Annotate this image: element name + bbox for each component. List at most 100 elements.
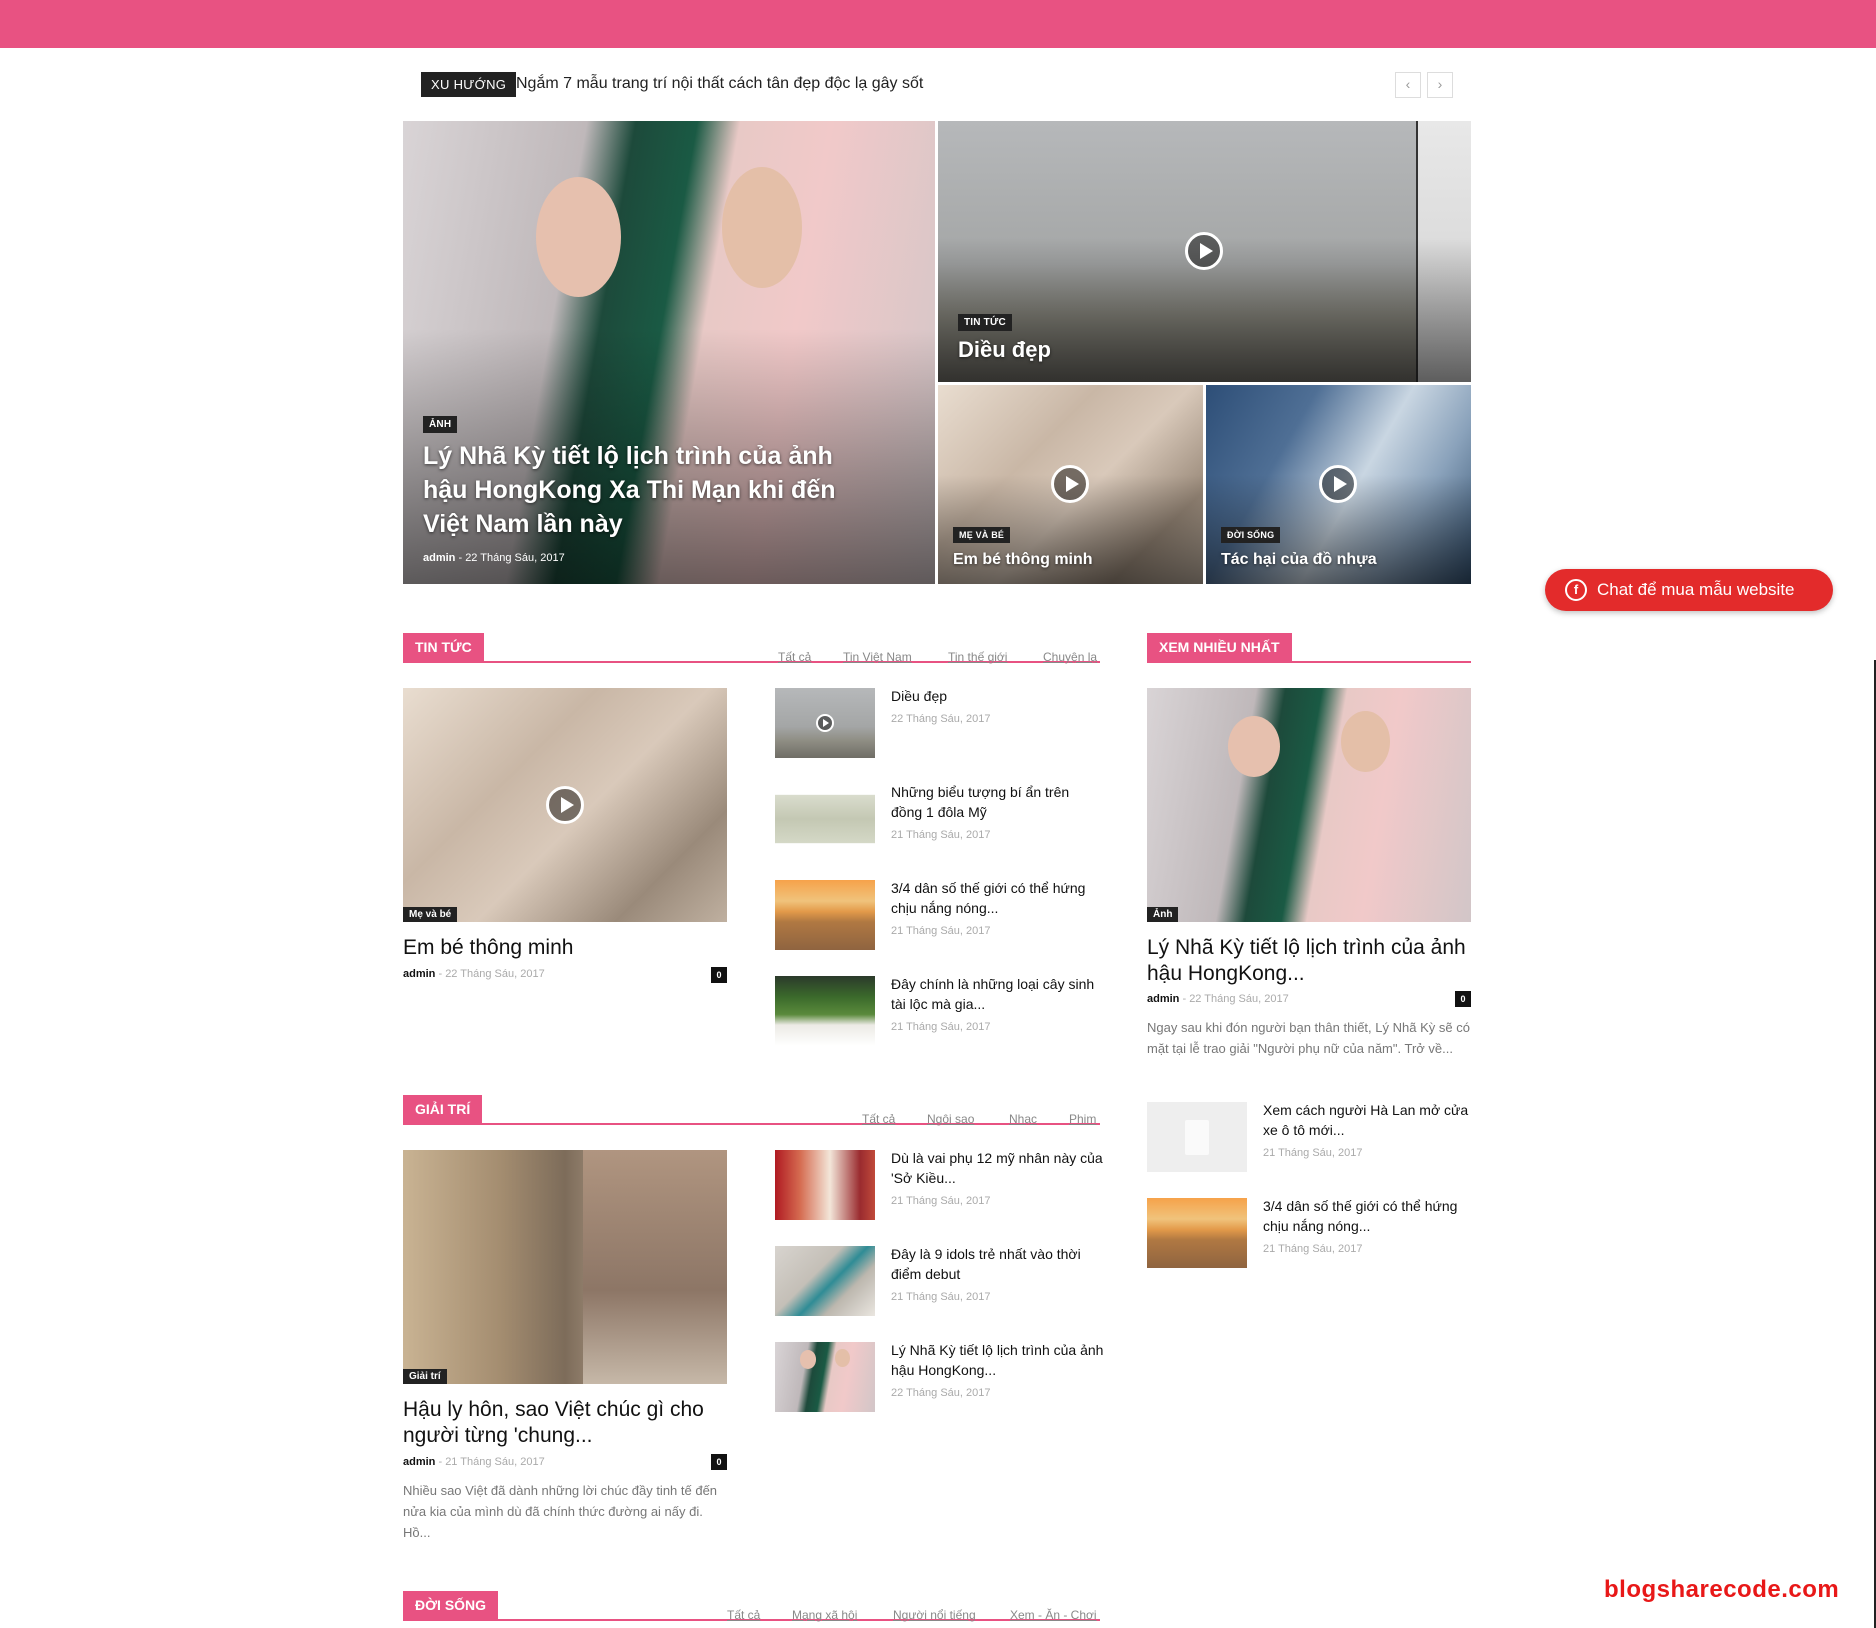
hero-bottom-left-card[interactable]: MẸ VÀ BÉ Em bé thông minh [938, 385, 1203, 584]
chat-buy-website-button[interactable]: f Chat để mua mẫu website [1545, 569, 1833, 611]
hero-main-category[interactable]: ẢNH [423, 416, 458, 433]
hero-main-author[interactable]: admin [423, 552, 455, 564]
list-item-title[interactable]: Đây là 9 idols trẻ nhất vào thời điểm de… [891, 1244, 1105, 1284]
play-icon[interactable] [1319, 465, 1357, 503]
comment-count[interactable]: 0 [711, 967, 727, 983]
xem-nhieu-featured-image[interactable]: Ảnh [1147, 688, 1471, 922]
hero-bottom-right-card[interactable]: ĐỜI SỐNG Tác hại của đồ nhựa [1206, 385, 1471, 584]
hero-main-date: 22 Tháng Sáu, 2017 [465, 552, 565, 564]
giai-tri-header: GIẢI TRÍ Tất cả Ngôi sao Nhạc Phim [403, 1095, 1100, 1126]
messenger-icon: f [1565, 579, 1587, 601]
list-item-thumb[interactable] [1147, 1198, 1247, 1268]
play-icon[interactable] [1051, 465, 1089, 503]
tin-tuc-tab-all[interactable]: Tất cả [778, 650, 811, 664]
chevron-right-icon: › [1437, 76, 1443, 92]
list-item-date: 21 Tháng Sáu, 2017 [891, 829, 991, 841]
list-item-title[interactable]: Lý Nhã Kỳ tiết lộ lịch trình của ảnh hậu… [891, 1340, 1105, 1380]
giai-tri-featured-title[interactable]: Hậu ly hôn, sao Việt chúc gì cho người t… [403, 1397, 727, 1449]
play-icon[interactable] [546, 786, 584, 824]
list-item-title[interactable]: 3/4 dân số thế giới có thể hứng chịu nắn… [1263, 1196, 1473, 1236]
tin-tuc-header: TIN TỨC Tất cả Tin Việt Nam Tin thế giới… [403, 633, 1100, 664]
play-icon[interactable] [816, 714, 834, 732]
list-item-thumb[interactable] [775, 1150, 875, 1220]
list-item-date: 21 Tháng Sáu, 2017 [891, 925, 991, 937]
xem-nhieu-header: XEM NHIỀU NHẤT [1147, 633, 1471, 663]
comment-count[interactable]: 0 [1455, 991, 1471, 1007]
hero-bottom-left-title[interactable]: Em bé thông minh [953, 551, 1093, 569]
tin-tuc-featured-category[interactable]: Mẹ và bé [403, 907, 458, 922]
site-watermark: blogsharecode.com [1604, 1576, 1840, 1603]
doi-song-tab-social[interactable]: Mạng xã hội [792, 1608, 857, 1622]
giai-tri-featured-meta: admin - 21 Tháng Sáu, 2017 [403, 1456, 545, 1468]
trending-headline-link[interactable]: Ngắm 7 mẫu trang trí nội thất cách tân đ… [516, 75, 923, 93]
list-item-thumb[interactable] [775, 1246, 875, 1316]
list-item-title[interactable]: Diều đẹp [891, 686, 1101, 706]
hero-top-right-title[interactable]: Diều đẹp [958, 337, 1051, 363]
ticker-prev-button[interactable]: ‹ [1395, 72, 1421, 98]
list-item-thumb[interactable] [775, 688, 875, 758]
tin-tuc-label[interactable]: TIN TỨC [403, 633, 484, 661]
comment-count[interactable]: 0 [711, 1454, 727, 1470]
list-item-thumb[interactable] [775, 880, 875, 950]
doi-song-tab-celebs[interactable]: Người nổi tiếng [893, 1608, 976, 1622]
doi-song-label[interactable]: ĐỜI SỐNG [403, 1591, 499, 1619]
list-item-date: 21 Tháng Sáu, 2017 [891, 1195, 991, 1207]
xem-nhieu-featured-excerpt: Ngay sau khi đón người bạn thân thiết, L… [1147, 1020, 1470, 1056]
list-item-date: 21 Tháng Sáu, 2017 [1263, 1147, 1363, 1159]
doi-song-tab-lifestyle[interactable]: Xem - Ăn - Chơi [1010, 1608, 1097, 1622]
hero-bottom-right-title[interactable]: Tác hại của đồ nhựa [1221, 551, 1377, 569]
xem-nhieu-label[interactable]: XEM NHIỀU NHẤT [1147, 633, 1292, 661]
list-item-title[interactable]: Dù là vai phụ 12 mỹ nhân này của 'Sở Kiề… [891, 1148, 1105, 1188]
tin-tuc-tab-world[interactable]: Tin thế giới [948, 650, 1007, 664]
giai-tri-tab-stars[interactable]: Ngôi sao [927, 1112, 974, 1126]
hero-bottom-left-category[interactable]: MẸ VÀ BÉ [953, 527, 1011, 543]
xem-nhieu-featured-meta: admin - 22 Tháng Sáu, 2017 [1147, 993, 1289, 1005]
hero-main-meta: admin - 22 Tháng Sáu, 2017 [423, 552, 565, 564]
list-item-title[interactable]: Xem cách người Hà Lan mở cửa xe ô tô mới… [1263, 1100, 1473, 1140]
list-item-date: 22 Tháng Sáu, 2017 [891, 1387, 991, 1399]
post-date: 21 Tháng Sáu, 2017 [445, 1456, 545, 1468]
list-item-thumb[interactable] [1147, 1102, 1247, 1172]
ticker-next-button[interactable]: › [1427, 72, 1453, 98]
giai-tri-featured-category[interactable]: Giải trí [403, 1369, 447, 1384]
giai-tri-tab-movies[interactable]: Phim [1069, 1112, 1096, 1126]
list-item-date: 22 Tháng Sáu, 2017 [891, 713, 991, 725]
xem-nhieu-featured-title[interactable]: Lý Nhã Kỳ tiết lộ lịch trình của ảnh hậu… [1147, 935, 1471, 987]
hero-top-right-card[interactable]: TIN TỨC Diều đẹp [938, 121, 1471, 382]
post-date: 22 Tháng Sáu, 2017 [445, 968, 545, 980]
top-header-bar [0, 0, 1876, 48]
list-item-title[interactable]: 3/4 dân số thế giới có thể hứng chịu nắn… [891, 878, 1101, 918]
list-item-date: 21 Tháng Sáu, 2017 [1263, 1243, 1363, 1255]
tin-tuc-tab-strange[interactable]: Chuyện lạ [1043, 650, 1097, 664]
hero-bottom-right-category[interactable]: ĐỜI SỐNG [1221, 527, 1281, 543]
list-item-thumb[interactable] [775, 784, 875, 854]
trending-label: XU HƯỚNG [421, 72, 517, 97]
tin-tuc-featured-title[interactable]: Em bé thông minh [403, 935, 727, 961]
play-icon[interactable] [1185, 232, 1223, 270]
author-link[interactable]: admin [1147, 993, 1179, 1005]
giai-tri-featured-image[interactable]: Giải trí [403, 1150, 727, 1384]
list-item-title[interactable]: Đây chính là những loại cây sinh tài lộc… [891, 974, 1101, 1014]
list-item-title[interactable]: Những biểu tượng bí ẩn trên đồng 1 đôla … [891, 782, 1101, 822]
list-item-date: 21 Tháng Sáu, 2017 [891, 1291, 991, 1303]
post-date: 22 Tháng Sáu, 2017 [1189, 993, 1289, 1005]
trending-ticker: XU HƯỚNG Ngắm 7 mẫu trang trí nội thất c… [403, 60, 1453, 108]
author-link[interactable]: admin [403, 968, 435, 980]
list-item-thumb[interactable] [775, 976, 875, 1046]
hero-top-right-category[interactable]: TIN TỨC [958, 314, 1012, 331]
tin-tuc-featured-image[interactable]: Mẹ và bé [403, 688, 727, 922]
author-link[interactable]: admin [403, 1456, 435, 1468]
tin-tuc-tab-vietnam[interactable]: Tin Việt Nam [843, 650, 912, 664]
giai-tri-label[interactable]: GIẢI TRÍ [403, 1095, 483, 1123]
doi-song-header: ĐỜI SỐNG Tất cả Mạng xã hội Người nổi ti… [403, 1591, 1100, 1622]
list-item-date: 21 Tháng Sáu, 2017 [891, 1021, 991, 1033]
xem-nhieu-featured-category[interactable]: Ảnh [1147, 907, 1179, 922]
tin-tuc-featured-meta: admin - 22 Tháng Sáu, 2017 [403, 968, 545, 980]
giai-tri-tab-music[interactable]: Nhạc [1009, 1112, 1037, 1126]
hero-main-card[interactable]: ẢNH Lý Nhã Kỳ tiết lộ lịch trình của ảnh… [403, 121, 935, 584]
doi-song-tab-all[interactable]: Tất cả [727, 1608, 760, 1622]
hero-main-title[interactable]: Lý Nhã Kỳ tiết lộ lịch trình của ảnh hậu… [423, 439, 863, 541]
chat-button-label: Chat để mua mẫu website [1597, 580, 1795, 599]
giai-tri-tab-all[interactable]: Tất cả [862, 1112, 895, 1126]
list-item-thumb[interactable] [775, 1342, 875, 1412]
